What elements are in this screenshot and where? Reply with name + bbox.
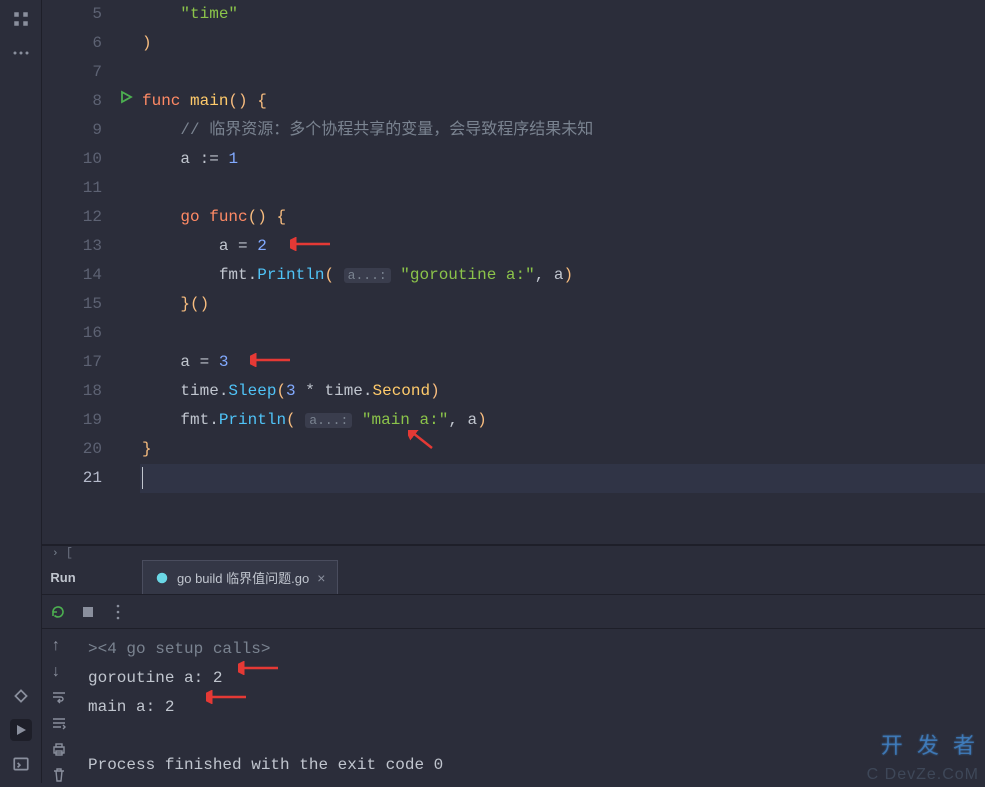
line-number[interactable]: 14: [56, 261, 102, 290]
folding-margin[interactable]: [42, 0, 56, 544]
down-icon[interactable]: ↓: [51, 663, 67, 679]
line-number[interactable]: 21: [56, 464, 102, 493]
code-string: "time": [180, 5, 238, 23]
more-vertical-icon[interactable]: [110, 604, 126, 620]
up-icon[interactable]: ↑: [51, 637, 67, 653]
line-number[interactable]: 11: [56, 174, 102, 203]
param-hint: a...:: [344, 268, 391, 283]
output-exit: Process finished with the exit code 0: [88, 756, 443, 774]
line-number[interactable]: 9: [56, 116, 102, 145]
editor-pane: 5 6 7 8 9 10 11 12 13 14 15 16 17 18 19 …: [42, 0, 985, 545]
close-icon[interactable]: ×: [317, 570, 325, 586]
more-icon[interactable]: [10, 42, 32, 64]
tab-label: go build 临界值问题.go: [177, 568, 309, 587]
line-number[interactable]: 18: [56, 377, 102, 406]
line-number[interactable]: 19: [56, 406, 102, 435]
line-number[interactable]: 17: [56, 348, 102, 377]
run-tool-icon[interactable]: [10, 719, 32, 741]
code-comment: // 临界资源：多个协程共享的变量，会导致程序结果未知: [180, 121, 593, 139]
project-icon[interactable]: [10, 8, 32, 30]
line-number[interactable]: 10: [56, 145, 102, 174]
rerun-icon[interactable]: [50, 604, 66, 620]
left-tool-rail: [0, 0, 42, 783]
run-tool-window-label[interactable]: Run: [42, 560, 84, 594]
run-gutter: [116, 0, 140, 544]
line-number[interactable]: 7: [56, 58, 102, 87]
stop-icon[interactable]: [80, 604, 96, 620]
line-number[interactable]: 6: [56, 29, 102, 58]
terminal-panel: Run go build 临界值问题.go × ↑ ↓ ><4 go setu: [42, 560, 985, 786]
main-area: 5 6 7 8 9 10 11 12 13 14 15 16 17 18 19 …: [42, 0, 985, 783]
run-config-tab[interactable]: go build 临界值问题.go ×: [142, 560, 338, 594]
line-number[interactable]: 8: [56, 87, 102, 116]
trash-icon[interactable]: [51, 767, 67, 783]
line-number[interactable]: 20: [56, 435, 102, 464]
output-line: goroutine a: 2: [88, 669, 222, 687]
output-line: main a: 2: [88, 698, 174, 716]
line-number[interactable]: 13: [56, 232, 102, 261]
line-number[interactable]: 5: [56, 0, 102, 29]
chevron-right-icon[interactable]: ›: [50, 548, 59, 560]
print-icon[interactable]: [51, 741, 67, 757]
output-setup: <4 go setup calls>: [98, 640, 271, 658]
terminal-icon[interactable]: [10, 753, 32, 775]
terminal-output[interactable]: ><4 go setup calls> goroutine a: 2 main …: [76, 629, 985, 786]
code-keyword: func: [142, 92, 180, 110]
code-func-name: main: [190, 92, 228, 110]
scroll-to-end-icon[interactable]: [51, 715, 67, 731]
code-paren: ): [142, 34, 152, 52]
text-cursor: [142, 467, 143, 489]
code-editor[interactable]: "time" ) func main() { // 临界资源：多个协程共享的变量…: [140, 0, 985, 544]
terminal-header: Run go build 临界值问题.go ×: [42, 560, 985, 595]
go-file-icon: [155, 571, 169, 585]
soft-wrap-icon[interactable]: [51, 689, 67, 705]
terminal-toolbar: [42, 595, 985, 629]
editor-status-bar: › [: [42, 545, 985, 560]
line-number[interactable]: 15: [56, 290, 102, 319]
line-number[interactable]: 12: [56, 203, 102, 232]
param-hint: a...:: [305, 413, 352, 428]
run-gutter-icon[interactable]: [118, 89, 134, 110]
terminal-side-toolbar: ↑ ↓: [42, 629, 76, 786]
line-number[interactable]: 16: [56, 319, 102, 348]
line-number-gutter: 5 6 7 8 9 10 11 12 13 14 15 16 17 18 19 …: [56, 0, 116, 544]
services-icon[interactable]: [10, 685, 32, 707]
